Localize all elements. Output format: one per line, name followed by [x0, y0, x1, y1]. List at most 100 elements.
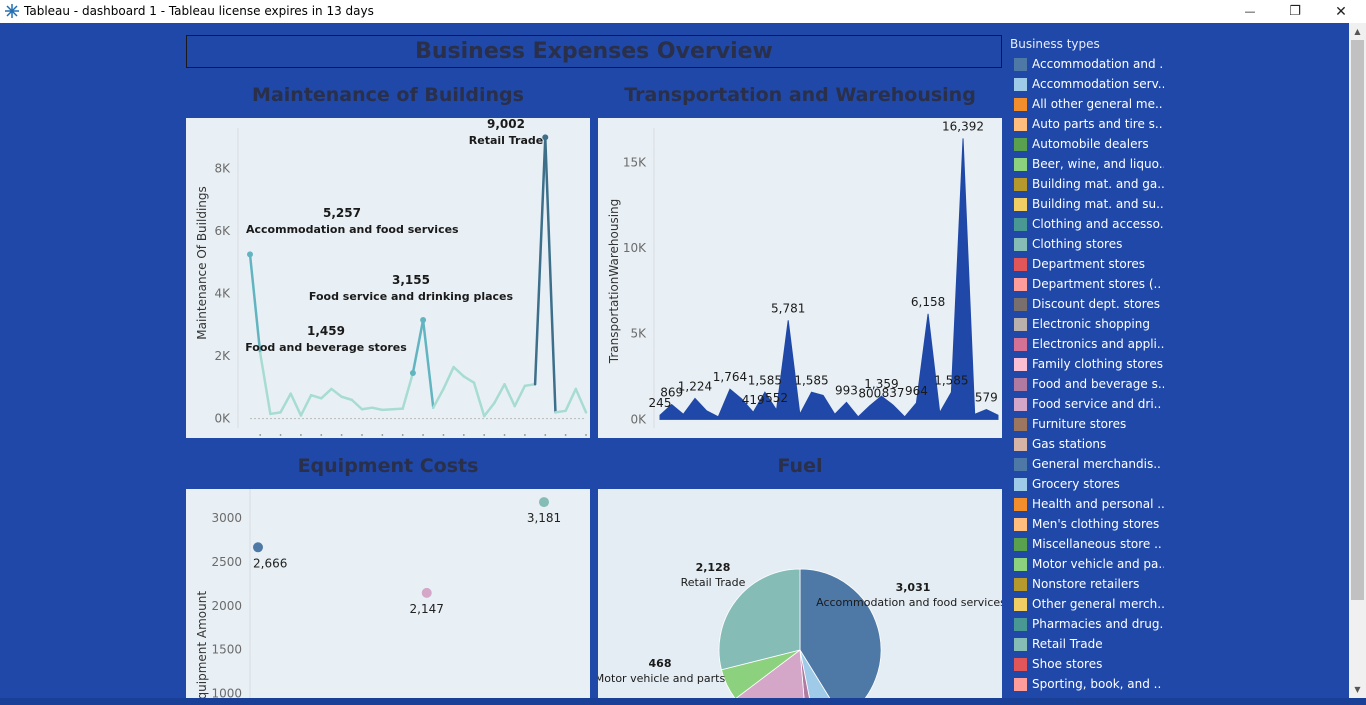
legend-swatch	[1014, 137, 1027, 151]
legend-item[interactable]: Motor vehicle and pa..	[1014, 554, 1164, 574]
legend-swatch	[1014, 197, 1027, 211]
legend-item[interactable]: Auto parts and tire s..	[1014, 114, 1164, 134]
legend-item[interactable]: Electronic shopping	[1014, 314, 1164, 334]
legend-label: Discount dept. stores	[1032, 297, 1161, 311]
legend-item[interactable]: Retail Trade	[1014, 634, 1164, 654]
scroll-down-arrow-icon[interactable]: ▼	[1349, 681, 1366, 698]
legend-item[interactable]: Food and beverage s..	[1014, 374, 1164, 394]
legend-item[interactable]: Health and personal ..	[1014, 494, 1164, 514]
transport-data-label: 1,764	[713, 370, 747, 384]
legend-item[interactable]: Pharmacies and drug..	[1014, 614, 1164, 634]
equipment-y-tick-label: 2500	[211, 555, 242, 569]
fuel-sheet-title: Fuel	[777, 455, 823, 477]
legend-label: Other general merch..	[1032, 597, 1164, 611]
maintenance-line-segment	[523, 383, 537, 388]
legend-item[interactable]: Discount dept. stores	[1014, 294, 1164, 314]
legend-swatch	[1014, 517, 1027, 531]
legend-item[interactable]: Automobile dealers	[1014, 134, 1164, 154]
legend-item[interactable]: Electronics and appli..	[1014, 334, 1164, 354]
maintenance-annotation-value: 5,257	[323, 206, 361, 220]
close-icon: ✕	[1335, 3, 1347, 20]
legend-item[interactable]: Miscellaneous store ..	[1014, 534, 1164, 554]
transport-data-label: 419	[742, 393, 765, 407]
equipment-point-label: 2,147	[410, 602, 444, 616]
maintenance-annotation-label: Retail Trade	[469, 134, 543, 147]
maintenance-line-segment	[350, 398, 364, 411]
legend-item[interactable]: Grocery stores	[1014, 474, 1164, 494]
equipment-point	[253, 542, 263, 553]
business-types-legend[interactable]: Accommodation and .. Accommodation serv..…	[1014, 54, 1164, 696]
maintenance-line-segment	[554, 409, 567, 414]
maintenance-line-segment	[421, 318, 435, 409]
legend-item[interactable]: Building mat. and ga..	[1014, 174, 1164, 194]
legend-item[interactable]: Gas stations	[1014, 434, 1164, 454]
transport-y-tick-label: 15K	[623, 155, 647, 169]
equipment-point-label: 3,181	[527, 511, 561, 525]
legend-label: Food and beverage s..	[1032, 377, 1164, 391]
legend-item[interactable]: Furniture stores	[1014, 414, 1164, 434]
legend-item[interactable]: Shoe stores	[1014, 654, 1164, 674]
maintenance-y-axis-label: Maintenance Of Buildings	[195, 186, 209, 340]
legend-label: Miscellaneous store ..	[1032, 537, 1162, 551]
legend-item[interactable]: Clothing and accesso..	[1014, 214, 1164, 234]
maximize-button[interactable]: ❐	[1272, 0, 1318, 23]
maintenance-x-tick	[524, 434, 526, 436]
legend-item[interactable]: General merchandis..	[1014, 454, 1164, 474]
legend-label: Retail Trade	[1032, 637, 1103, 651]
legend-swatch	[1014, 57, 1027, 71]
maintenance-chart-panel[interactable]: 0K 2K 4K 6K 8K Maintenance Of Buildings 5,257 A…	[186, 118, 590, 438]
legend-item[interactable]: Other general merch..	[1014, 594, 1164, 614]
legend-label: Automobile dealers	[1032, 137, 1149, 151]
legend-item[interactable]: Accommodation and ..	[1014, 54, 1164, 74]
maintenance-line-segment	[248, 253, 262, 355]
maintenance-point-marker	[409, 370, 416, 377]
legend-swatch	[1014, 397, 1027, 411]
legend-swatch	[1014, 357, 1027, 371]
transport-data-label: 16,392	[942, 119, 984, 133]
legend-item[interactable]: Beer, wine, and liquo..	[1014, 154, 1164, 174]
legend-item[interactable]: Sporting, book, and ..	[1014, 674, 1164, 694]
legend-item[interactable]: Department stores (..	[1014, 274, 1164, 294]
transport-chart-panel[interactable]: 0K 5K 10K 15K TransportationWarehousing 245 86…	[598, 118, 1002, 438]
maintenance-line-chart[interactable]: 0K 2K 4K 6K 8K Maintenance Of Buildings 5,257 A…	[186, 118, 590, 438]
transport-y-tick-label: 5K	[630, 327, 647, 341]
transport-data-label: 993	[835, 383, 858, 397]
legend-swatch	[1014, 117, 1027, 131]
legend-item[interactable]: Food service and dri..	[1014, 394, 1164, 414]
fuel-chart-panel[interactable]: 3,031 Accommodation and food services 468 M…	[598, 489, 1002, 698]
fuel-pie-chart[interactable]: 3,031 Accommodation and food services 468 M…	[598, 489, 1002, 698]
maintenance-y-tick-label: 8K	[214, 162, 231, 176]
legend-item[interactable]: All other general me..	[1014, 94, 1164, 114]
legend-label: Building mat. and su..	[1032, 197, 1164, 211]
minimize-button[interactable]: —	[1227, 0, 1273, 23]
scroll-up-arrow-icon[interactable]: ▲	[1349, 23, 1366, 40]
maintenance-annotation-label: Food and beverage stores	[245, 341, 407, 354]
legend-swatch	[1014, 297, 1027, 311]
legend-label: Building mat. and ga..	[1032, 177, 1164, 191]
legend-title: Business types	[1010, 37, 1100, 51]
transport-y-tick-label: 10K	[623, 241, 647, 255]
transport-data-label: 6,158	[911, 295, 945, 309]
scrollbar-thumb[interactable]	[1351, 40, 1364, 600]
legend-item[interactable]: Building mat. and su..	[1014, 194, 1164, 214]
legend-swatch	[1014, 637, 1027, 651]
legend-item[interactable]: Men's clothing stores	[1014, 514, 1164, 534]
equipment-chart-panel[interactable]: 1000 1500 2000 2500 3000 Equipment Amount 2,66…	[186, 489, 590, 698]
equipment-scatter-chart[interactable]: 1000 1500 2000 2500 3000 Equipment Amount 2,66…	[186, 489, 590, 698]
transport-area-chart[interactable]: 0K5K10K15KTransportationWarehousing24586…	[598, 118, 1002, 438]
vertical-scrollbar[interactable]: ▲ ▼	[1349, 23, 1366, 698]
legend-item[interactable]: Department stores	[1014, 254, 1164, 274]
maintenance-line-segment	[544, 136, 557, 414]
legend-label: Department stores	[1032, 257, 1146, 271]
legend-item[interactable]	[1014, 694, 1164, 696]
maintenance-line-segment	[289, 392, 303, 417]
close-button[interactable]: ✕	[1318, 0, 1364, 23]
legend-item[interactable]: Accommodation serv..	[1014, 74, 1164, 94]
equipment-y-tick-label: 2000	[211, 599, 242, 613]
transport-data-label: 837	[882, 386, 905, 400]
transport-y-tick-label: 0K	[630, 412, 647, 426]
legend-item[interactable]: Clothing stores	[1014, 234, 1164, 254]
legend-item[interactable]: Family clothing stores	[1014, 354, 1164, 374]
legend-item[interactable]: Nonstore retailers	[1014, 574, 1164, 594]
legend-swatch	[1014, 97, 1027, 111]
